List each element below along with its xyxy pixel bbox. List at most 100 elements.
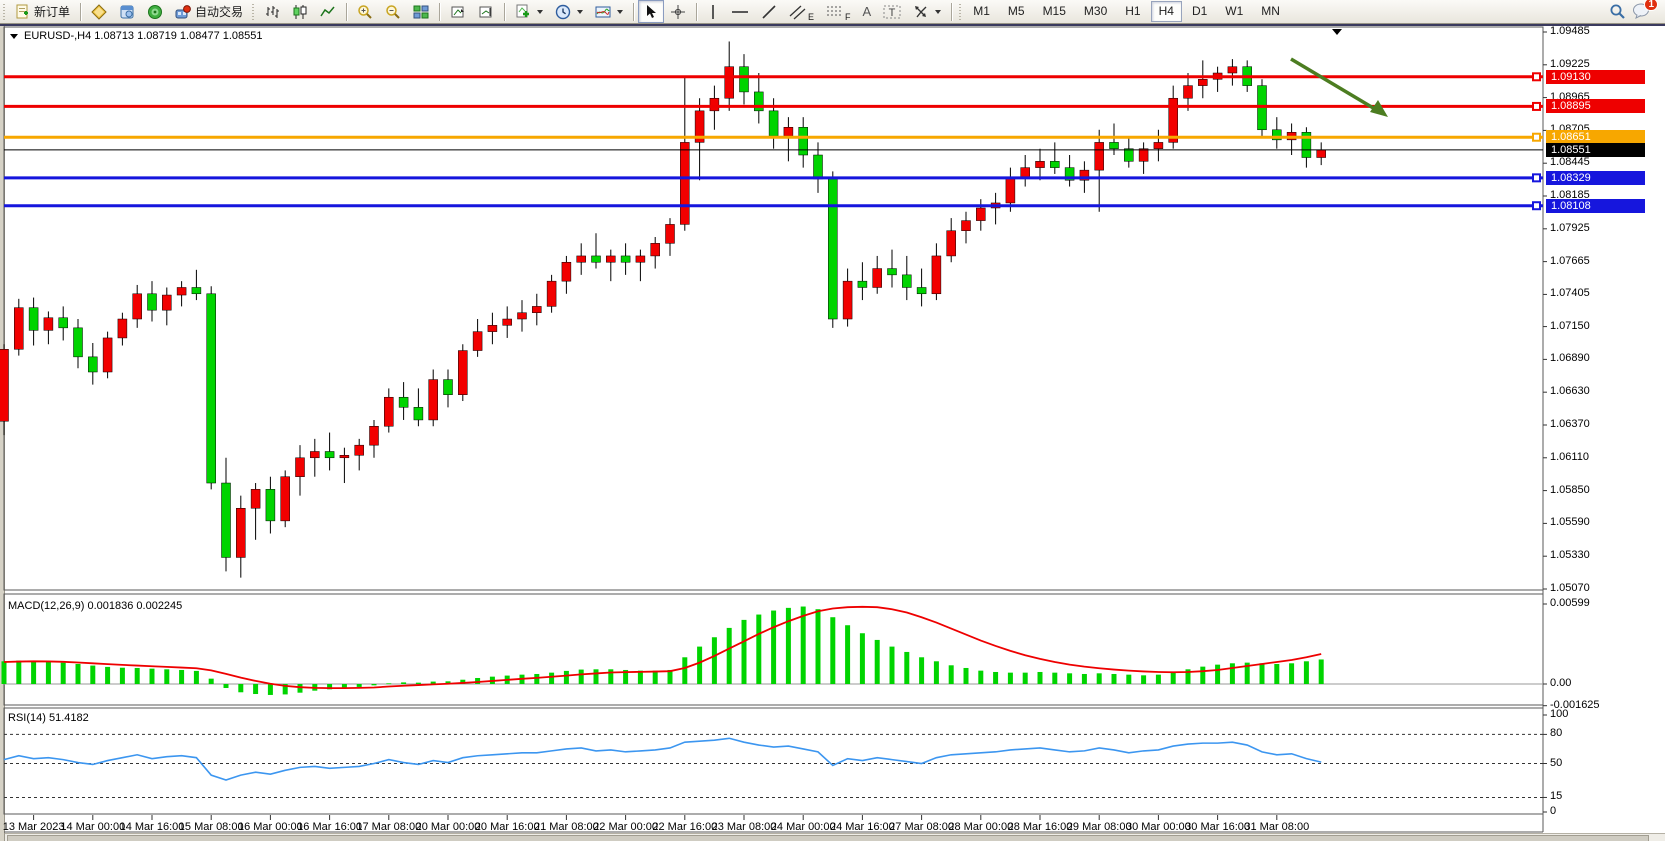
- bar-chart-button[interactable]: [258, 0, 286, 23]
- horizontal-scrollbar[interactable]: [5, 833, 1665, 841]
- zoom-out-button[interactable]: [379, 0, 407, 23]
- fibonacci-tool-button[interactable]: F: [820, 0, 857, 23]
- price-axis-tick: 1.05070: [1550, 582, 1590, 594]
- price-axis-tick: 1.07665: [1550, 255, 1590, 267]
- toolbar-grip[interactable]: [958, 4, 963, 20]
- bar-chart-icon: [264, 4, 280, 20]
- trendline-tool-button[interactable]: [755, 0, 783, 23]
- new-order-button[interactable]: 新订单: [9, 0, 76, 23]
- mt4-terminal: 新订单 自动交易: [0, 0, 1665, 841]
- rsi-axis-tick: 0: [1550, 805, 1556, 817]
- zoom-in-icon: [357, 4, 373, 20]
- chart-canvas[interactable]: [0, 26, 1665, 841]
- text-tool-icon: A: [863, 4, 872, 19]
- arrows-icon: [913, 4, 929, 20]
- time-axis-label: 16 Mar 00:00: [238, 821, 303, 833]
- time-axis-label: 20 Mar 00:00: [416, 821, 481, 833]
- zoom-out-icon: [385, 4, 401, 20]
- macd-axis-tick: 0.00: [1550, 677, 1571, 689]
- time-axis-label: 29 Mar 08:00: [1067, 821, 1132, 833]
- tile-windows-icon: [413, 4, 429, 20]
- text-tool-button[interactable]: A: [857, 0, 878, 23]
- rsi-axis-tick: 50: [1550, 757, 1562, 769]
- price-marker-label: 1.09130: [1546, 70, 1645, 84]
- price-marker-label: 1.08551: [1546, 143, 1645, 157]
- line-chart-button[interactable]: [314, 0, 342, 23]
- timeframe-m30[interactable]: M30: [1076, 1, 1115, 22]
- price-axis-tick: 1.06630: [1550, 385, 1590, 397]
- crosshair-icon: [670, 4, 686, 20]
- chart-window: EURUSD-,H4 1.08713 1.08719 1.08477 1.085…: [0, 24, 1665, 841]
- market-watch-button[interactable]: [85, 0, 113, 23]
- rsi-axis-tick: 15: [1550, 790, 1562, 802]
- separator: [951, 3, 952, 21]
- navigator-button[interactable]: [141, 0, 169, 23]
- timeframe-w1[interactable]: W1: [1217, 1, 1251, 22]
- chevron-down-icon: [935, 10, 941, 14]
- auto-trading-button[interactable]: 自动交易: [169, 0, 249, 23]
- scrollbar-thumb[interactable]: [7, 835, 1649, 841]
- price-axis-tick: 1.08445: [1550, 156, 1590, 168]
- chevron-down-icon: [537, 10, 543, 14]
- text-label-tool-button[interactable]: T: [877, 0, 907, 23]
- time-axis-label: 16 Mar 16:00: [297, 821, 362, 833]
- equidistant-channel-icon: [789, 4, 807, 20]
- time-axis-label: 17 Mar 08:00: [356, 821, 421, 833]
- tile-windows-button[interactable]: [407, 0, 435, 23]
- candlestick-chart-button[interactable]: [286, 0, 314, 23]
- timeframe-m1[interactable]: M1: [965, 1, 998, 22]
- new-chart-button[interactable]: [509, 0, 549, 23]
- toolbar-grip[interactable]: [251, 4, 256, 20]
- templates-button[interactable]: [589, 0, 629, 23]
- chevron-down-icon: [617, 10, 623, 14]
- time-axis-label: 20 Mar 16:00: [475, 821, 540, 833]
- price-axis-tick: 1.06370: [1550, 418, 1590, 430]
- arrange-windows-button[interactable]: [472, 0, 500, 23]
- cursor-tool-button[interactable]: [638, 0, 664, 23]
- timeframe-toolbar: M1M5M15M30H1H4D1W1MN: [965, 1, 1288, 22]
- scroll-to-end-marker[interactable]: [1332, 29, 1342, 35]
- svg-text:T: T: [889, 7, 896, 19]
- template-icon: [595, 4, 611, 20]
- time-axis-label: 13 Mar 2023: [3, 821, 65, 833]
- price-axis-tick: 1.06890: [1550, 352, 1590, 364]
- timeframe-m5[interactable]: M5: [1000, 1, 1033, 22]
- timeframe-m15[interactable]: M15: [1035, 1, 1074, 22]
- periods-button[interactable]: [549, 0, 589, 23]
- toolbar-grip[interactable]: [2, 4, 7, 20]
- notification-badge: 1: [1644, 0, 1658, 11]
- trend-arrow-annotation[interactable]: [1291, 59, 1380, 112]
- price-axis-tick: 1.07405: [1550, 287, 1590, 299]
- search-button[interactable]: [1603, 0, 1632, 23]
- time-axis-label: 24 Mar 16:00: [830, 821, 895, 833]
- arrows-tool-button[interactable]: [907, 0, 947, 23]
- time-axis-label: 27 Mar 08:00: [889, 821, 954, 833]
- time-axis-label: 24 Mar 00:00: [771, 821, 836, 833]
- cascade-windows-button[interactable]: [444, 0, 472, 23]
- auto-trading-icon: [175, 4, 191, 20]
- price-axis-tick: 1.07925: [1550, 222, 1590, 234]
- vertical-line-tool-button[interactable]: [701, 0, 725, 23]
- timeframe-mn[interactable]: MN: [1253, 1, 1288, 22]
- market-watch-icon: [91, 4, 107, 20]
- equidistant-channel-tool-button[interactable]: E: [783, 0, 820, 23]
- time-axis-label: 22 Mar 00:00: [593, 821, 658, 833]
- separator: [504, 3, 505, 21]
- zoom-in-button[interactable]: [351, 0, 379, 23]
- time-axis-label: 15 Mar 08:00: [179, 821, 244, 833]
- cursor-icon: [644, 4, 658, 19]
- timeframe-d1[interactable]: D1: [1184, 1, 1215, 22]
- rsi-axis-tick: 80: [1550, 727, 1562, 739]
- price-marker-label: 1.08108: [1546, 199, 1645, 213]
- data-window-button[interactable]: [113, 0, 141, 23]
- timeframe-h4[interactable]: H4: [1151, 1, 1182, 22]
- horizontal-line-tool-button[interactable]: [725, 0, 755, 23]
- auto-trading-label: 自动交易: [195, 3, 243, 20]
- data-window-icon: [119, 4, 135, 20]
- timeframe-h1[interactable]: H1: [1117, 1, 1148, 22]
- clock-icon: [555, 4, 571, 20]
- notifications-button[interactable]: 1: [1632, 2, 1651, 22]
- time-axis-label: 22 Mar 16:00: [652, 821, 717, 833]
- candlestick-chart-icon: [292, 4, 308, 20]
- crosshair-tool-button[interactable]: [664, 0, 692, 23]
